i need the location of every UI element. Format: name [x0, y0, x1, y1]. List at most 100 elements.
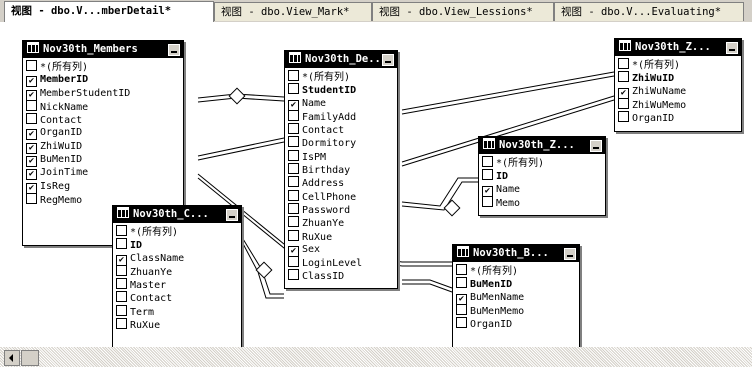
minimize-button[interactable]	[168, 44, 180, 56]
column-checkbox[interactable]	[116, 264, 127, 276]
column-row[interactable]: Memo	[482, 195, 605, 209]
column-row[interactable]: Address	[288, 176, 397, 189]
column-row[interactable]: BuMenID	[456, 277, 579, 290]
column-checkbox[interactable]: ✔	[26, 129, 37, 141]
column-checkbox[interactable]	[288, 189, 299, 201]
table-header[interactable]: Nov30th_C...	[113, 206, 241, 223]
column-row[interactable]: *(所有列)	[618, 58, 741, 71]
column-checkbox[interactable]	[26, 113, 37, 125]
column-row[interactable]: *(所有列)	[26, 60, 183, 73]
column-checkbox[interactable]	[456, 303, 467, 315]
column-checkbox[interactable]	[288, 70, 299, 81]
column-row[interactable]: Term	[116, 304, 241, 318]
column-checkbox[interactable]: ✔	[26, 76, 37, 88]
column-row[interactable]: Master	[116, 278, 241, 291]
column-checkbox[interactable]	[288, 229, 299, 241]
column-row[interactable]: Contact	[288, 123, 397, 136]
column-checkbox[interactable]	[456, 317, 467, 329]
view-designer-diagram-pane[interactable]: Nov30th_Members *(所有列) ✔ MemberID ✔ MemberSt…	[0, 22, 752, 347]
table-box-bumen[interactable]: Nov30th_B... *(所有列) BuMenID ✔ BuMenName BuMe…	[452, 244, 580, 347]
column-row[interactable]: *(所有列)	[456, 264, 579, 277]
column-row[interactable]: ✔ JoinTime	[26, 166, 183, 181]
column-row[interactable]: RuXue	[116, 318, 241, 331]
column-checkbox[interactable]: ✔	[26, 142, 37, 154]
column-row[interactable]: ✔ ClassName	[116, 252, 241, 266]
column-checkbox[interactable]	[618, 97, 629, 109]
column-row[interactable]: Dormitory	[288, 136, 397, 149]
column-row[interactable]: Password	[288, 202, 397, 216]
column-checkbox[interactable]	[288, 83, 299, 95]
column-row[interactable]: ZhiWuID	[618, 71, 741, 84]
column-checkbox[interactable]: ✔	[26, 169, 37, 181]
table-header[interactable]: Nov30th_Z...	[615, 39, 741, 56]
tab-view-mark[interactable]: 视图 - dbo.View_Mark*	[214, 2, 372, 21]
column-row[interactable]: ZhuanYe	[116, 264, 241, 278]
tab-member-detail-view[interactable]: 视图 - dbo.V...mberDetail*	[4, 1, 214, 22]
column-checkbox[interactable]	[116, 225, 127, 236]
column-row[interactable]: BuMenMemo	[456, 303, 579, 317]
scroll-left-arrow-icon[interactable]	[4, 350, 20, 366]
column-row[interactable]: OrganID	[456, 317, 579, 330]
column-checkbox[interactable]: ✔	[26, 156, 37, 168]
minimize-button[interactable]	[226, 209, 238, 221]
column-checkbox[interactable]	[288, 269, 299, 281]
column-row[interactable]: ✔ IsReg	[26, 180, 183, 194]
column-checkbox[interactable]	[456, 277, 467, 289]
column-row[interactable]: RuXue	[288, 229, 397, 243]
column-row[interactable]: Contact	[26, 113, 183, 126]
table-header[interactable]: Nov30th_Members	[23, 41, 183, 58]
table-header[interactable]: Nov30th_Z...	[479, 137, 605, 154]
table-header[interactable]: Nov30th_De...	[285, 51, 397, 68]
column-checkbox[interactable]	[288, 109, 299, 121]
column-row[interactable]: ✔ Name	[482, 183, 605, 197]
column-row[interactable]: IsPM	[288, 149, 397, 163]
column-row[interactable]: ✔ BuMenID	[26, 153, 183, 168]
column-checkbox[interactable]	[456, 264, 467, 275]
table-header[interactable]: Nov30th_B...	[453, 245, 579, 262]
scrollbar-thumb[interactable]	[21, 350, 39, 366]
column-row[interactable]: Contact	[116, 291, 241, 304]
column-row[interactable]: ✔ MemberStudentID	[26, 87, 183, 101]
column-row[interactable]: FamilyAdd	[288, 109, 397, 123]
column-row[interactable]: ✔ MemberID	[26, 73, 183, 88]
table-box-zhiwu[interactable]: Nov30th_Z... *(所有列) ZhiWuID ✔ ZhiWuName ZhiW…	[614, 38, 742, 132]
minimize-button[interactable]	[726, 42, 738, 54]
column-row[interactable]: CellPhone	[288, 189, 397, 203]
column-checkbox[interactable]	[116, 304, 127, 316]
column-checkbox[interactable]	[116, 238, 127, 250]
table-box-student-details[interactable]: Nov30th_De... *(所有列) StudentID ✔ Name Family…	[284, 50, 398, 289]
column-checkbox[interactable]	[482, 169, 493, 181]
column-row[interactable]: ID	[482, 169, 605, 182]
column-row[interactable]: ID	[116, 238, 241, 251]
column-checkbox[interactable]	[26, 99, 37, 111]
column-checkbox[interactable]	[618, 71, 629, 83]
column-checkbox[interactable]	[288, 149, 299, 161]
column-row[interactable]: ✔ ZhiWuID	[26, 140, 183, 154]
column-row[interactable]: ZhuanYe	[288, 216, 397, 229]
column-checkbox[interactable]	[288, 176, 299, 188]
column-row[interactable]: ✔ Sex	[288, 243, 397, 257]
column-checkbox[interactable]	[482, 156, 493, 167]
column-checkbox[interactable]	[288, 136, 299, 148]
tab-view-lessions[interactable]: 视图 - dbo.View_Lessions*	[372, 2, 554, 21]
minimize-button[interactable]	[590, 140, 602, 152]
column-row[interactable]: ✔ Name	[288, 97, 397, 111]
minimize-button[interactable]	[564, 248, 576, 260]
column-row[interactable]: *(所有列)	[116, 225, 241, 238]
column-row[interactable]: *(所有列)	[288, 70, 397, 83]
column-checkbox[interactable]	[288, 216, 299, 228]
column-checkbox[interactable]	[618, 111, 629, 123]
column-checkbox[interactable]	[26, 192, 37, 204]
column-row[interactable]: *(所有列)	[482, 156, 605, 169]
table-box-zhuanye[interactable]: Nov30th_Z... *(所有列) ID ✔ Name Memo	[478, 136, 606, 216]
table-box-classes[interactable]: Nov30th_C... *(所有列) ID ✔ ClassName ZhuanYe Ma…	[112, 205, 242, 347]
column-checkbox[interactable]	[288, 256, 299, 268]
column-row[interactable]: ✔ BuMenName	[456, 291, 579, 305]
column-row[interactable]: StudentID	[288, 83, 397, 96]
column-row[interactable]: ✔ ZhiWuName	[618, 85, 741, 99]
horizontal-scrollbar[interactable]	[0, 347, 752, 367]
column-checkbox[interactable]	[116, 278, 127, 290]
minimize-button[interactable]	[382, 54, 394, 66]
column-checkbox[interactable]	[116, 318, 127, 330]
column-row[interactable]: ClassID	[288, 269, 397, 282]
